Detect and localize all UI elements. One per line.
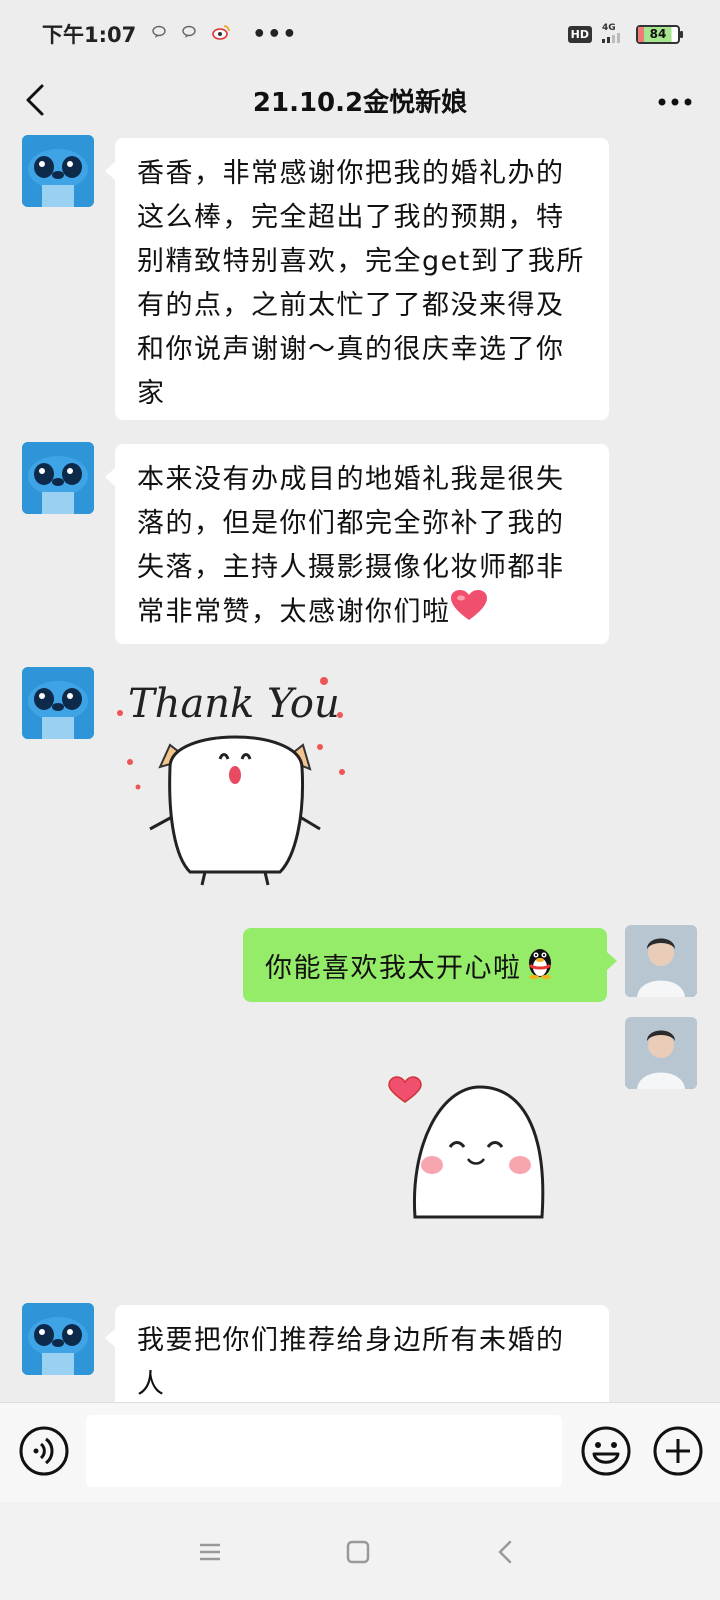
message-bubble[interactable]: 香香，非常感谢你把我的婚礼办的这么棒，完全超出了我的预期，特别精致特别喜欢，完全… (105, 138, 609, 420)
home-nav-button[interactable] (342, 1536, 374, 1568)
page-title: 21.10.2金悦新娘 (252, 87, 468, 118)
status-bar: 下午1:07 ••• HD 4G 84 (0, 0, 720, 68)
chat-bubble-icon (152, 25, 166, 43)
voice-input-button[interactable] (18, 1425, 70, 1477)
chat-header: 21.10.2金悦新娘 (0, 68, 720, 132)
menu-nav-button[interactable] (194, 1536, 226, 1568)
network-label: 4G (602, 22, 616, 33)
system-nav-bar (0, 1502, 720, 1600)
blushing-heart-sticker[interactable] (380, 1067, 560, 1222)
status-time: 下午1:07 (42, 23, 137, 47)
contact-avatar[interactable] (22, 135, 94, 207)
voice-icon (19, 1426, 69, 1476)
message-text: 本来没有办成目的地婚礼我是很失落的，但是你们都完全弥补了我的失落，主持人摄影摄像… (137, 464, 565, 628)
hd-badge: HD (567, 25, 592, 43)
battery-level: 84 (649, 27, 667, 41)
contact-avatar[interactable] (22, 442, 94, 514)
message-bubble[interactable]: 我要把你们推荐给身边所有未婚的人 (105, 1305, 609, 1402)
message-text: 我要把你们推荐给身边所有未婚的人 (137, 1325, 565, 1400)
plus-icon (653, 1426, 703, 1476)
my-avatar[interactable] (625, 925, 697, 997)
heart-emoji-icon (450, 590, 487, 636)
message-input[interactable] (86, 1415, 562, 1487)
contact-avatar[interactable] (22, 1303, 94, 1375)
more-notifications-icon: ••• (252, 21, 298, 47)
more-options-button[interactable] (658, 84, 692, 114)
message-text: 你能喜欢我太开心啦 (265, 952, 522, 984)
smiley-icon (581, 1426, 631, 1476)
back-nav-button[interactable] (490, 1536, 522, 1568)
signal-icon: 4G (602, 23, 626, 46)
home-square-icon (346, 1540, 370, 1564)
contact-avatar[interactable] (22, 667, 94, 739)
menu-icon (200, 1543, 220, 1561)
sticker-text: Thank You (128, 681, 340, 727)
penguin-emoji-icon (524, 945, 556, 986)
input-bar (0, 1402, 720, 1502)
thank-you-sticker[interactable]: Thank You (110, 667, 360, 892)
back-button[interactable] (18, 82, 54, 118)
emoji-button[interactable] (580, 1425, 632, 1477)
message-text: 香香，非常感谢你把我的婚礼办的这么棒，完全超出了我的预期，特别精致特别喜欢，完全… (137, 158, 585, 409)
more-actions-button[interactable] (652, 1425, 704, 1477)
chevron-left-icon (26, 84, 44, 116)
more-dots-icon (658, 98, 692, 106)
back-arrow-icon (498, 1540, 512, 1564)
battery-icon: 84 (636, 24, 683, 44)
chat-messages: 香香，非常感谢你把我的婚礼办的这么棒，完全超出了我的预期，特别精致特别喜欢，完全… (0, 132, 720, 1402)
message-bubble-own[interactable]: 你能喜欢我太开心啦 (243, 928, 617, 1002)
weibo-icon (212, 24, 230, 44)
my-avatar[interactable] (625, 1017, 697, 1089)
chat-bubble-icon (182, 25, 196, 43)
message-bubble[interactable]: 本来没有办成目的地婚礼我是很失落的，但是你们都完全弥补了我的失落，主持人摄影摄像… (105, 444, 609, 644)
